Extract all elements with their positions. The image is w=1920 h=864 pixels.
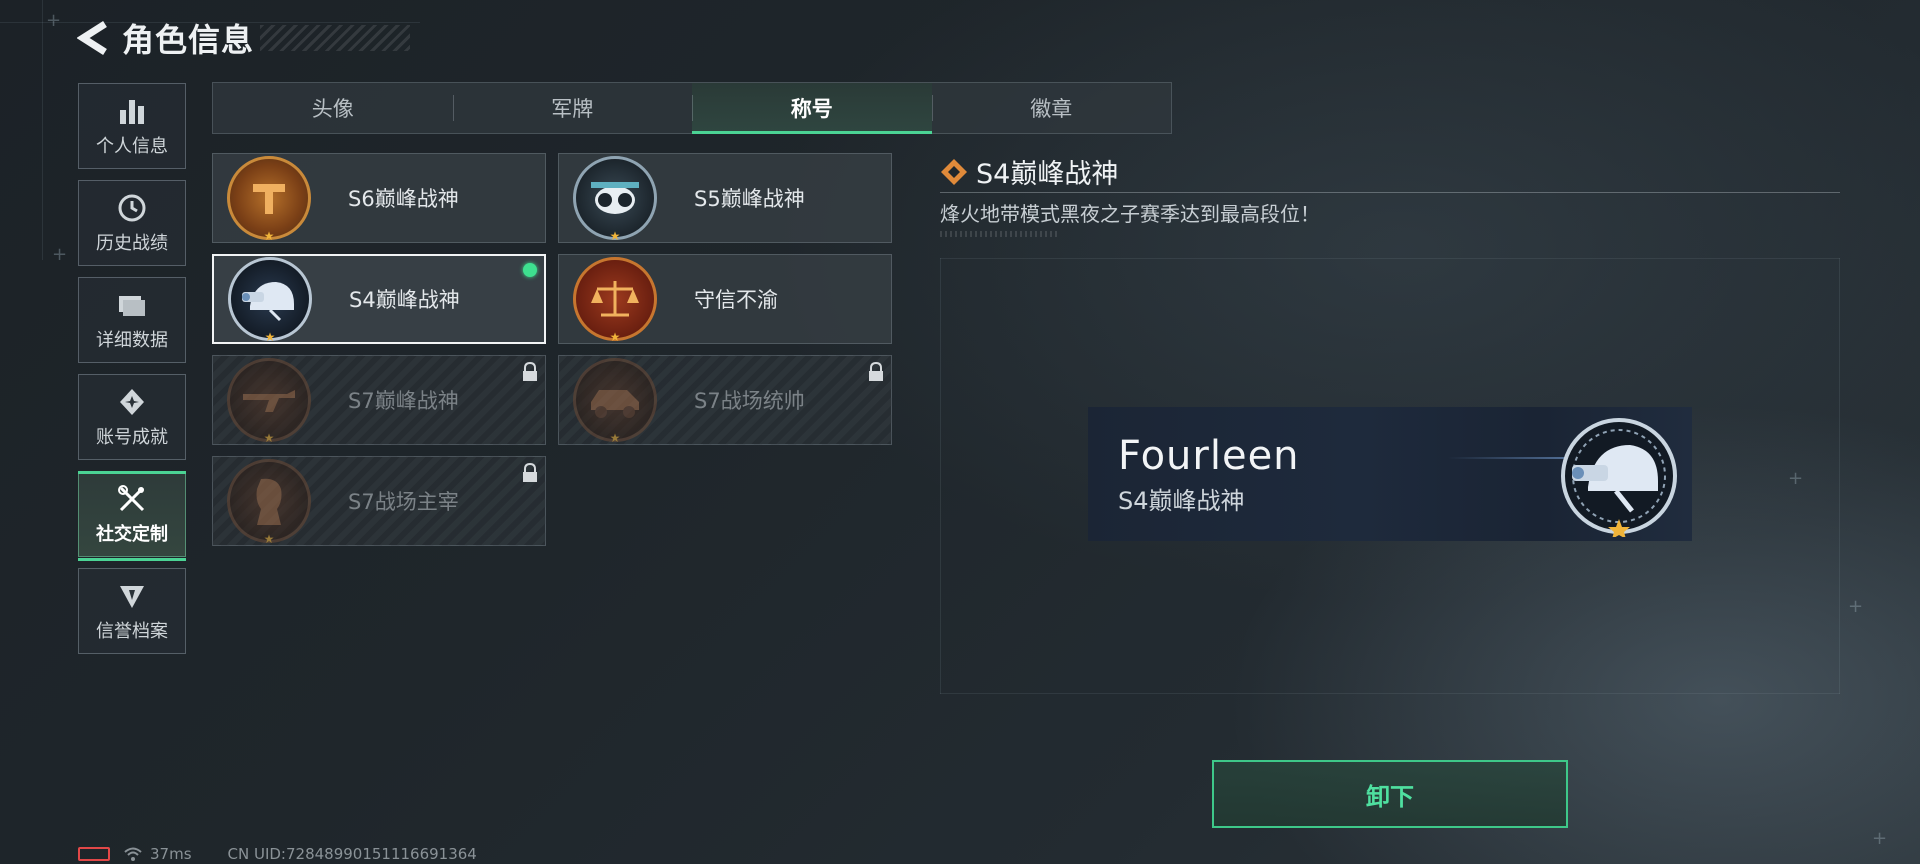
deco-plus: + [52, 244, 68, 265]
sidebar-item-label: 历史战绩 [96, 233, 168, 254]
tab-bar: 头像 军牌 称号 徽章 [212, 82, 1172, 134]
bar-chart-icon [115, 94, 149, 128]
player-name: Fourleen [1118, 433, 1300, 479]
nameplate-title: S4巅峰战神 [1118, 487, 1245, 515]
sidebar-item-personal-info[interactable]: 个人信息 [78, 83, 186, 169]
s7-soldier-emblem-icon: ★ [227, 459, 311, 546]
scales-emblem-icon: ★ [573, 257, 657, 344]
sidebar-item-label: 详细数据 [96, 330, 168, 351]
description-decoration [940, 231, 1060, 237]
unequip-button[interactable]: 卸下 [1212, 760, 1568, 828]
title-name: S7战场主宰 [348, 490, 459, 514]
tab-avatar[interactable]: 头像 [213, 83, 453, 133]
sidebar-item-label: 账号成就 [96, 427, 168, 448]
diamond-icon [941, 158, 967, 185]
sidebar-item-label: 信誉档案 [96, 621, 168, 642]
divider [940, 192, 1840, 193]
wifi-icon [124, 847, 142, 861]
equipped-indicator [523, 263, 537, 277]
title-card-s7-commander[interactable]: ★ S7战场统帅 [558, 355, 892, 445]
nameplate-preview: Fourleen S4巅峰战神 [1088, 407, 1692, 541]
detail-header: S4巅峰战神 [940, 152, 1118, 191]
page-title: 角色信息 [122, 21, 255, 59]
deco-plus: + [1848, 596, 1864, 617]
lock-icon [523, 362, 537, 381]
s5-emblem-icon: ★ [573, 156, 657, 243]
title-name: S7巅峰战神 [348, 389, 459, 413]
s7-vehicle-emblem-icon: ★ [573, 358, 657, 445]
lock-icon [523, 463, 537, 482]
tab-dog-tag[interactable]: 军牌 [452, 83, 693, 133]
lock-icon [869, 362, 883, 381]
title-card-s5[interactable]: ★ S5巅峰战神 [558, 153, 892, 243]
title-decoration [260, 25, 411, 51]
sidebar-item-label: 社交定制 [96, 524, 168, 545]
title-name: S4巅峰战神 [349, 288, 460, 312]
s4-emblem-icon: ★ [228, 257, 312, 344]
title-name: 守信不渝 [694, 288, 778, 312]
title-name: S7战场统帅 [694, 389, 805, 413]
achievement-icon [115, 385, 149, 419]
sidebar-item-label: 个人信息 [96, 136, 168, 157]
deco-plus: + [46, 10, 62, 31]
folder-icon [115, 288, 149, 322]
s7-gun-emblem-icon: ★ [227, 358, 311, 445]
sidebar: 个人信息 历史战绩 详细数据 账号成就 社交定制 信誉档案 [78, 83, 186, 665]
s6-emblem-icon: ★ [227, 156, 311, 243]
title-card-s7-peak[interactable]: ★ S7巅峰战神 [212, 355, 546, 445]
deco-line [42, 0, 43, 260]
tab-badge[interactable]: 徽章 [931, 83, 1172, 133]
user-uid: CN UID:7284899015111669136​4 [227, 845, 477, 863]
deco-plus: + [1872, 828, 1888, 849]
tools-icon [115, 482, 149, 516]
sidebar-item-detailed-data[interactable]: 详细数据 [78, 277, 186, 363]
ping-value: 37ms [150, 845, 192, 863]
history-clock-icon [115, 191, 149, 225]
detail-title: S4巅峰战神 [976, 159, 1119, 190]
title-card-trust[interactable]: ★ 守信不渝 [558, 254, 892, 344]
sidebar-item-history[interactable]: 历史战绩 [78, 180, 186, 266]
title-card-s4[interactable]: ★ S4巅峰战神 [212, 254, 546, 344]
title-card-s6[interactable]: ★ S6巅峰战神 [212, 153, 546, 243]
tab-title[interactable]: 称号 [692, 83, 932, 134]
status-bar: 37ms CN UID:7284899015111669136​4 [78, 844, 477, 864]
sidebar-item-credit-profile[interactable]: 信誉档案 [78, 568, 186, 654]
s4-emblem-icon [1561, 418, 1677, 537]
back-arrow-icon[interactable] [74, 18, 112, 58]
sidebar-item-social-custom[interactable]: 社交定制 [78, 471, 186, 561]
title-name: S6巅峰战神 [348, 187, 459, 211]
detail-description: 烽火地带模式黑夜之子赛季达到最高段位！ [940, 202, 1320, 226]
sidebar-item-achievements[interactable]: 账号成就 [78, 374, 186, 460]
title-name: S5巅峰战神 [694, 187, 805, 211]
header: 角色信息 [74, 18, 411, 59]
credit-badge-icon [115, 579, 149, 613]
title-card-s7-dominator[interactable]: ★ S7战场主宰 [212, 456, 546, 546]
battery-icon [78, 847, 110, 861]
